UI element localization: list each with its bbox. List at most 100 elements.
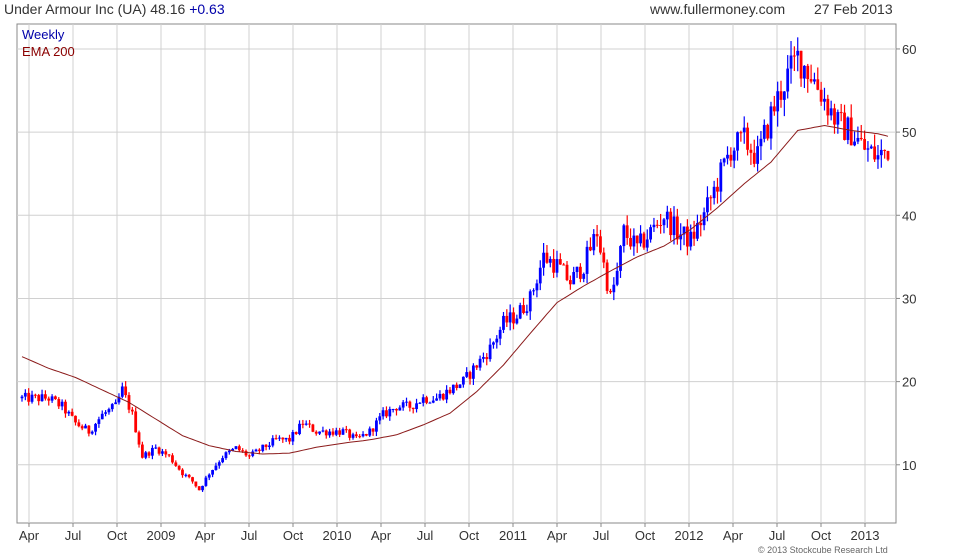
weekly-body [110, 404, 114, 410]
x-tick-label: 2010 [323, 528, 352, 543]
weekly-body [425, 397, 428, 403]
weekly-body [629, 237, 632, 247]
weekly-body [782, 91, 786, 100]
x-tick-label: Oct [459, 528, 480, 543]
weekly-body [445, 389, 449, 400]
weekly-body [599, 236, 602, 253]
weekly-body [157, 447, 161, 454]
weekly-body [171, 455, 174, 463]
weekly-body [482, 357, 485, 359]
weekly-body [816, 79, 820, 90]
weekly-body [201, 485, 204, 491]
weekly-body [739, 132, 743, 134]
weekly-body [883, 149, 887, 151]
weekly-body [408, 401, 412, 408]
weekly-body [649, 227, 653, 240]
weekly-body [515, 318, 519, 324]
weekly-body [368, 428, 372, 436]
copyright: © 2013 Stockcube Research Ltd [758, 545, 888, 555]
weekly-body [124, 386, 128, 396]
x-tick-label: 2009 [147, 528, 176, 543]
legend-weekly: Weekly [22, 27, 65, 42]
weekly-body [759, 138, 763, 147]
weekly-body [415, 403, 418, 410]
weekly-body [261, 444, 265, 451]
weekly-body [371, 428, 375, 432]
weekly-body [575, 266, 579, 273]
weekly-body [689, 231, 693, 247]
weekly-body [247, 455, 251, 457]
weekly-body [699, 222, 703, 226]
weekly-body [144, 452, 148, 458]
weekly-body [455, 384, 459, 388]
weekly-body [161, 451, 164, 454]
weekly-body [468, 372, 472, 379]
weekly-body [187, 474, 191, 478]
x-tick-label: Jul [769, 528, 786, 543]
weekly-body [488, 344, 492, 360]
weekly-body [752, 152, 756, 164]
weekly-body [508, 312, 512, 323]
weekly-body [441, 393, 445, 400]
weekly-body [147, 452, 151, 456]
weekly-body [134, 411, 138, 433]
weekly-body [662, 219, 666, 226]
weekly-body [294, 432, 298, 435]
weekly-body [385, 410, 388, 417]
weekly-body [612, 284, 616, 293]
weekly-body [341, 429, 345, 435]
weekly-body [558, 259, 562, 265]
weekly-body [578, 266, 582, 279]
weekly-body [582, 273, 586, 279]
weekly-body [84, 425, 87, 429]
weekly-body [378, 416, 382, 421]
weekly-body [23, 392, 27, 397]
weekly-body [458, 384, 462, 388]
weekly-body [401, 402, 405, 408]
weekly-body [625, 225, 629, 238]
weekly-body [478, 358, 482, 368]
weekly-body [762, 124, 766, 139]
weekly-body [766, 124, 770, 139]
weekly-body [421, 397, 425, 403]
weekly-body [846, 117, 850, 140]
weekly-body [742, 127, 746, 133]
x-tick-label: 2012 [675, 528, 704, 543]
weekly-body [288, 437, 291, 442]
x-tick-label: Oct [107, 528, 128, 543]
weekly-body [391, 409, 395, 411]
weekly-body [605, 262, 609, 291]
weekly-body [254, 449, 258, 452]
weekly-body [331, 431, 335, 435]
weekly-body [241, 450, 245, 452]
weekly-body [174, 462, 178, 466]
weekly-body [833, 108, 836, 125]
weekly-body [749, 149, 753, 153]
weekly-body [90, 431, 94, 434]
weekly-body [568, 280, 572, 285]
weekly-body [615, 270, 619, 285]
weekly-body [809, 79, 813, 82]
weekly-body [562, 264, 566, 266]
weekly-body [304, 423, 308, 425]
weekly-body [528, 291, 532, 312]
weekly-body [609, 290, 612, 293]
weekly-body [665, 211, 669, 220]
y-tick-label: 60 [902, 42, 916, 57]
weekly-body [278, 437, 281, 439]
weekly-body [97, 419, 101, 424]
weekly-body [505, 315, 509, 323]
weekly-body [672, 216, 676, 236]
weekly-body [27, 392, 31, 402]
weekly-body [274, 438, 278, 440]
x-tick-label: Jul [593, 528, 610, 543]
weekly-body [311, 424, 315, 432]
weekly-body [33, 394, 37, 396]
weekly-body [100, 413, 104, 420]
weekly-body [769, 106, 773, 139]
weekly-body [298, 423, 301, 435]
weekly-body [348, 429, 352, 438]
weekly-body [796, 50, 800, 56]
weekly-body [80, 426, 84, 429]
weekly-body [191, 477, 194, 482]
